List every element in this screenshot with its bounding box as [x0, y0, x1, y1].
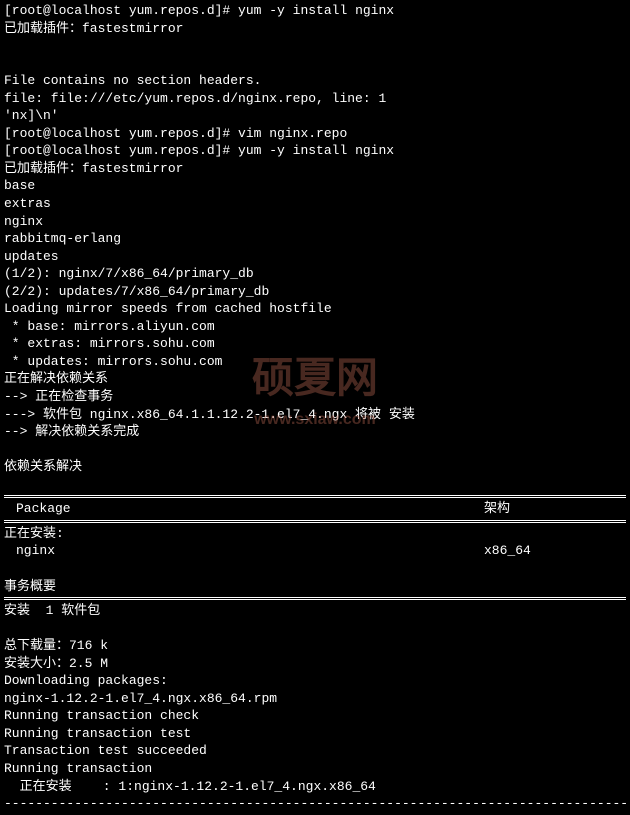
- terminal-line: Running transaction check: [4, 707, 626, 725]
- separator-double: [4, 495, 626, 498]
- terminal-line: nginx: [4, 213, 626, 231]
- terminal-line: Running transaction: [4, 760, 626, 778]
- terminal-line: [4, 476, 626, 494]
- separator-dashes: ----------------------------------------…: [4, 795, 626, 813]
- command: yum -y install nginx: [238, 3, 394, 18]
- terminal-line: Loading mirror speeds from cached hostfi…: [4, 300, 626, 318]
- terminal-line: [root@localhost yum.repos.d]# yum -y ins…: [4, 142, 626, 160]
- prompt: [root@localhost yum.repos.d]#: [4, 3, 238, 18]
- terminal-line: * updates: mirrors.sohu.com: [4, 353, 626, 371]
- terminal-line: 安装大小：2.5 M: [4, 655, 626, 673]
- terminal-line: 总下载量：716 k: [4, 637, 626, 655]
- header-package: Package: [4, 500, 484, 518]
- terminal-line: 已加载插件：fastestmirror: [4, 20, 626, 38]
- pkg-name: nginx: [4, 542, 484, 560]
- terminal-line: ---> 软件包 nginx.x86_64.1.1.12.2-1.el7_4.n…: [4, 406, 626, 424]
- pkg-arch: x86_64: [484, 542, 584, 560]
- terminal-line: rabbitmq-erlang: [4, 230, 626, 248]
- terminal-line: 'nx]\n': [4, 107, 626, 125]
- terminal-line: Downloading packages:: [4, 672, 626, 690]
- terminal-line: 正在安装:: [4, 525, 626, 543]
- terminal-line: --> 正在检查事务: [4, 388, 626, 406]
- prompt: [root@localhost yum.repos.d]#: [4, 143, 238, 158]
- table-row: nginx x86_64: [4, 542, 626, 560]
- terminal-line: file: file:///etc/yum.repos.d/nginx.repo…: [4, 90, 626, 108]
- prompt: [root@localhost yum.repos.d]#: [4, 126, 238, 141]
- separator-double: [4, 597, 626, 600]
- terminal-line: * extras: mirrors.sohu.com: [4, 335, 626, 353]
- terminal-line: * base: mirrors.aliyun.com: [4, 318, 626, 336]
- terminal-line: [4, 560, 626, 578]
- table-header: Package 架构: [4, 500, 626, 518]
- terminal-line: [4, 620, 626, 638]
- terminal-line: 依赖关系解决: [4, 458, 626, 476]
- terminal-line: [4, 37, 626, 55]
- terminal-line: 已加载插件：fastestmirror: [4, 160, 626, 178]
- header-arch: 架构: [484, 500, 584, 518]
- terminal-line: (1/2): nginx/7/x86_64/primary_db: [4, 265, 626, 283]
- terminal-line: [root@localhost yum.repos.d]# yum -y ins…: [4, 2, 626, 20]
- terminal-line: updates: [4, 248, 626, 266]
- terminal-line: (2/2): updates/7/x86_64/primary_db: [4, 283, 626, 301]
- command: yum -y install nginx: [238, 143, 394, 158]
- terminal-line: 正在安装 : 1:nginx-1.12.2-1.el7_4.ngx.x86_64: [4, 778, 626, 796]
- terminal-line: nginx-1.12.2-1.el7_4.ngx.x86_64.rpm: [4, 690, 626, 708]
- terminal-line: [4, 55, 626, 73]
- terminal-line: 正在解决依赖关系: [4, 370, 626, 388]
- terminal-line: 事务概要: [4, 578, 626, 596]
- separator-double: [4, 520, 626, 523]
- terminal-line: Transaction test succeeded: [4, 742, 626, 760]
- terminal-line: [4, 441, 626, 459]
- terminal-line: [root@localhost yum.repos.d]# vim nginx.…: [4, 125, 626, 143]
- command: vim nginx.repo: [238, 126, 347, 141]
- terminal-line: base: [4, 177, 626, 195]
- terminal-line: extras: [4, 195, 626, 213]
- terminal-line: --> 解决依赖关系完成: [4, 423, 626, 441]
- terminal-line: 安装 1 软件包: [4, 602, 626, 620]
- terminal-line: File contains no section headers.: [4, 72, 626, 90]
